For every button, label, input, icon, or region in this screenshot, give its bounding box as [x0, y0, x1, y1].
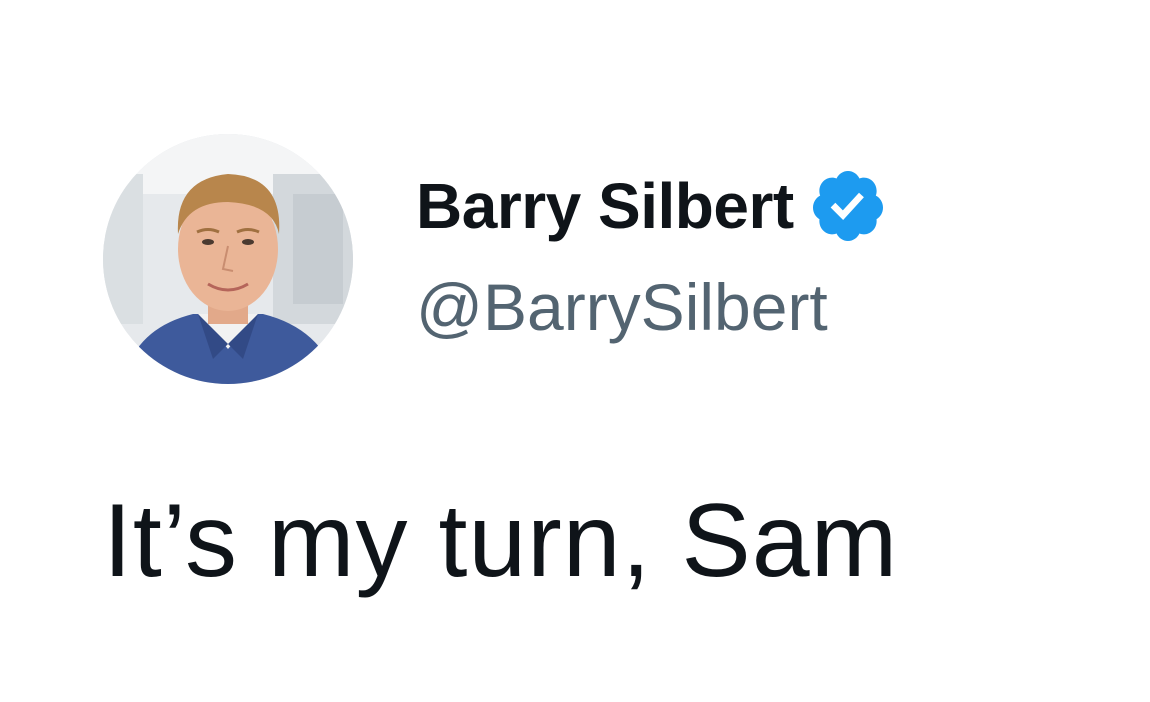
tweet-card: Barry Silbert @BarrySilbert It’s my turn…	[0, 0, 1150, 702]
tweet-text: It’s my turn, Sam	[103, 483, 899, 599]
avatar-photo	[103, 134, 353, 384]
display-name[interactable]: Barry Silbert	[416, 174, 794, 238]
author-handle[interactable]: @BarrySilbert	[416, 274, 828, 340]
avatar[interactable]	[103, 134, 353, 384]
verified-badge-icon[interactable]	[808, 166, 888, 246]
author-name-row[interactable]: Barry Silbert	[416, 166, 888, 246]
